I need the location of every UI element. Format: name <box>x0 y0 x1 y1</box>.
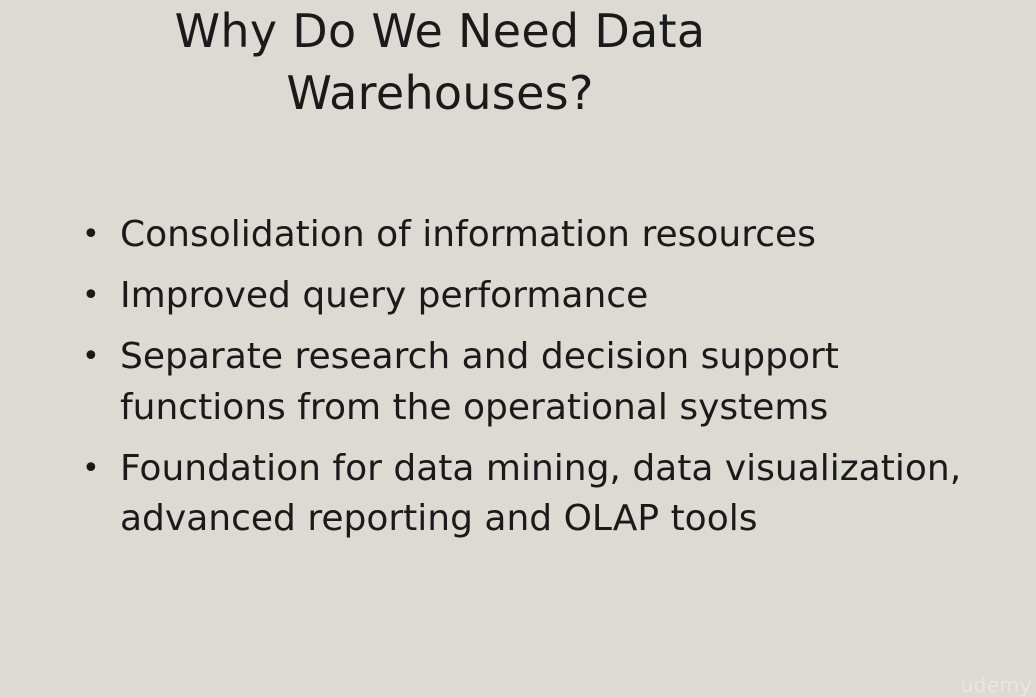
bullet-icon: • <box>82 278 100 313</box>
bullet-item-separate-functions: • Separate research and decision support… <box>80 332 980 433</box>
slide-title-line-1: Why Do We Need Data <box>174 4 706 58</box>
slide: Why Do We Need Data Warehouses? • Consol… <box>0 0 1036 697</box>
udemy-watermark: udemy <box>960 673 1032 697</box>
bullet-text: Improved query performance <box>120 275 649 316</box>
bullet-item-consolidation: • Consolidation of information resources <box>80 210 980 261</box>
bullet-text: Foundation for data mining, data visuali… <box>120 447 962 540</box>
bullet-icon: • <box>82 450 100 486</box>
bullet-item-foundation: • Foundation for data mining, data visua… <box>80 444 980 545</box>
bullet-text: Separate research and decision support f… <box>120 336 839 428</box>
slide-title-line-2: Warehouses? <box>286 66 594 120</box>
bullet-list: • Consolidation of information resources… <box>80 210 980 555</box>
bullet-text: Consolidation of information resources <box>120 214 816 255</box>
bullet-icon: • <box>82 339 100 374</box>
bullet-icon: • <box>82 217 100 252</box>
bullet-item-query-performance: • Improved query performance <box>80 271 980 322</box>
slide-title: Why Do We Need Data Warehouses? <box>120 0 760 124</box>
